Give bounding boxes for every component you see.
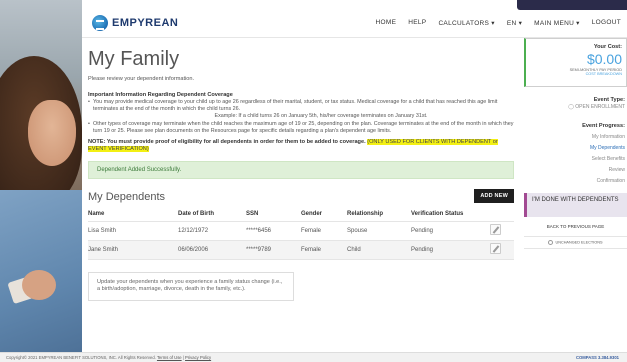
nav-home[interactable]: HOME bbox=[376, 19, 397, 27]
nav-calculators[interactable]: CALCULATORS ▾ bbox=[438, 19, 494, 27]
cell-edit bbox=[490, 221, 514, 241]
terms-link[interactable]: Terms of Use bbox=[157, 355, 182, 360]
column-header-actions bbox=[490, 207, 514, 222]
dependents-title: My Dependents bbox=[88, 191, 166, 203]
edit-icon[interactable] bbox=[490, 243, 501, 254]
cell-name: Lisa Smith bbox=[88, 221, 178, 241]
column-header: Relationship bbox=[347, 207, 411, 222]
unchanged-elections-label: UNCHANGED ELECTIONS bbox=[555, 240, 603, 245]
column-header: Verification Status bbox=[411, 207, 490, 222]
column-header: Name bbox=[88, 207, 178, 222]
footer-phone: 3.384.9301 bbox=[598, 355, 619, 360]
column-header: Date of Birth bbox=[178, 207, 246, 222]
footer-text: Copyright© 2021 EMPYREAN BENEFIT SOLUTIO… bbox=[6, 355, 212, 360]
photo-face bbox=[28, 100, 76, 166]
cell-dob: 06/06/2006 bbox=[178, 240, 246, 260]
nav-main-menu[interactable]: MAIN MENU ▾ bbox=[534, 19, 580, 27]
nav-logout[interactable]: LOGOUT bbox=[592, 19, 621, 27]
event-progress: Event Progress: My Information My Depend… bbox=[524, 123, 627, 189]
top-header: EMPYREAN HOME HELP CALCULATORS ▾ EN ▾ MA… bbox=[82, 10, 627, 38]
progress-step-confirmation[interactable]: Confirmation bbox=[524, 178, 625, 189]
copyright: Copyright© 2021 EMPYREAN BENEFIT SOLUTIO… bbox=[6, 355, 156, 360]
cell-edit bbox=[490, 240, 514, 260]
cost-box: Your Cost: $0.00 SEMI-MONTHLY PAY PERIOD… bbox=[524, 38, 627, 87]
progress-step-select-benefits[interactable]: Select Benefits bbox=[524, 156, 625, 167]
eligibility-notice: NOTE: You must provide proof of eligibil… bbox=[88, 139, 514, 153]
event-type: Event Type: ◯ OPEN ENROLLMENT bbox=[524, 97, 627, 110]
page-intro: Please review your dependent information… bbox=[88, 76, 195, 82]
cell-ssn: *****9789 bbox=[246, 240, 301, 260]
update-note-box: Update your dependents when you experien… bbox=[88, 271, 294, 301]
footer-brand: COMPASS 3.384.9301 bbox=[576, 355, 619, 360]
cell-dob: 12/12/1972 bbox=[178, 221, 246, 241]
dependents-header: My Dependents ADD NEW bbox=[88, 187, 514, 203]
coverage-note-1: You may provide medical coverage to your… bbox=[88, 99, 514, 113]
progress-label: Event Progress: bbox=[582, 123, 625, 129]
nav-language[interactable]: EN ▾ bbox=[507, 19, 522, 27]
success-alert: Dependent Added Successfully. bbox=[88, 161, 514, 179]
logo-text: EMPYREAN bbox=[112, 17, 179, 29]
cell-name: Jane Smith bbox=[88, 240, 178, 260]
logo-icon bbox=[92, 15, 108, 31]
cell-relationship: Child bbox=[347, 240, 411, 260]
column-header: SSN bbox=[246, 207, 301, 222]
back-to-previous-link[interactable]: BACK TO PREVIOUS PAGE bbox=[524, 224, 627, 229]
cell-gender: Female bbox=[301, 221, 347, 241]
main-nav: HOME HELP CALCULATORS ▾ EN ▾ MAIN MENU ▾… bbox=[376, 19, 621, 27]
coverage-note-2: Other types of coverage may terminate wh… bbox=[88, 121, 514, 135]
cell-ssn: *****6456 bbox=[246, 221, 301, 241]
progress-step-my-information[interactable]: My Information bbox=[524, 134, 625, 145]
info-icon bbox=[548, 240, 554, 245]
event-type-value: ◯ OPEN ENROLLMENT bbox=[568, 104, 625, 110]
event-type-label: Event Type: bbox=[593, 97, 625, 103]
logo[interactable]: EMPYREAN bbox=[92, 15, 178, 31]
unchanged-elections[interactable]: UNCHANGED ELECTIONS bbox=[524, 236, 627, 249]
table-header-row: Name Date of Birth SSN Gender Relationsh… bbox=[88, 207, 514, 222]
table-row: Jane Smith 06/06/2006 *****9789 Female C… bbox=[88, 240, 514, 260]
table-row: Lisa Smith 12/12/1972 *****6456 Female S… bbox=[88, 221, 514, 241]
cost-label: Your Cost: bbox=[593, 44, 622, 50]
done-with-dependents-button[interactable]: I'M DONE WITH DEPENDENTS bbox=[524, 193, 627, 217]
sidebar: Your Cost: $0.00 SEMI-MONTHLY PAY PERIOD… bbox=[524, 38, 627, 352]
cell-status: Pending bbox=[411, 221, 490, 241]
hero-photo bbox=[0, 0, 82, 352]
cost-value: $0.00 bbox=[586, 51, 622, 67]
column-header: Gender bbox=[301, 207, 347, 222]
progress-step-my-dependents[interactable]: My Dependents bbox=[524, 145, 625, 156]
page-title: My Family bbox=[88, 48, 180, 70]
dependents-table: Name Date of Birth SSN Gender Relationsh… bbox=[88, 207, 514, 260]
coverage-notes-2: Other types of coverage may terminate wh… bbox=[88, 121, 514, 135]
compass-logo: COMPASS bbox=[575, 355, 597, 360]
edit-icon[interactable] bbox=[490, 224, 501, 235]
cost-breakdown-link[interactable]: COST BREAKDOWN bbox=[530, 72, 622, 76]
main-content: My Family Please review your dependent i… bbox=[82, 38, 520, 352]
privacy-link[interactable]: Privacy Policy bbox=[185, 355, 211, 360]
coverage-notes: You may provide medical coverage to your… bbox=[88, 99, 514, 113]
important-heading: Important Information Regarding Dependen… bbox=[88, 92, 233, 98]
photo-hand bbox=[22, 270, 56, 300]
notice-text: NOTE: You must provide proof of eligibil… bbox=[88, 139, 366, 145]
environment-badge bbox=[517, 0, 627, 10]
cell-relationship: Spouse bbox=[347, 221, 411, 241]
coverage-example: Example: If a child turns 26 on January … bbox=[214, 113, 428, 119]
add-dependent-button[interactable]: ADD NEW bbox=[474, 189, 514, 203]
cell-gender: Female bbox=[301, 240, 347, 260]
nav-help[interactable]: HELP bbox=[408, 19, 426, 27]
progress-step-review[interactable]: Review bbox=[524, 167, 625, 178]
event-type-text: OPEN ENROLLMENT bbox=[575, 104, 625, 110]
cell-status: Pending bbox=[411, 240, 490, 260]
footer: Copyright© 2021 EMPYREAN BENEFIT SOLUTIO… bbox=[0, 352, 627, 362]
